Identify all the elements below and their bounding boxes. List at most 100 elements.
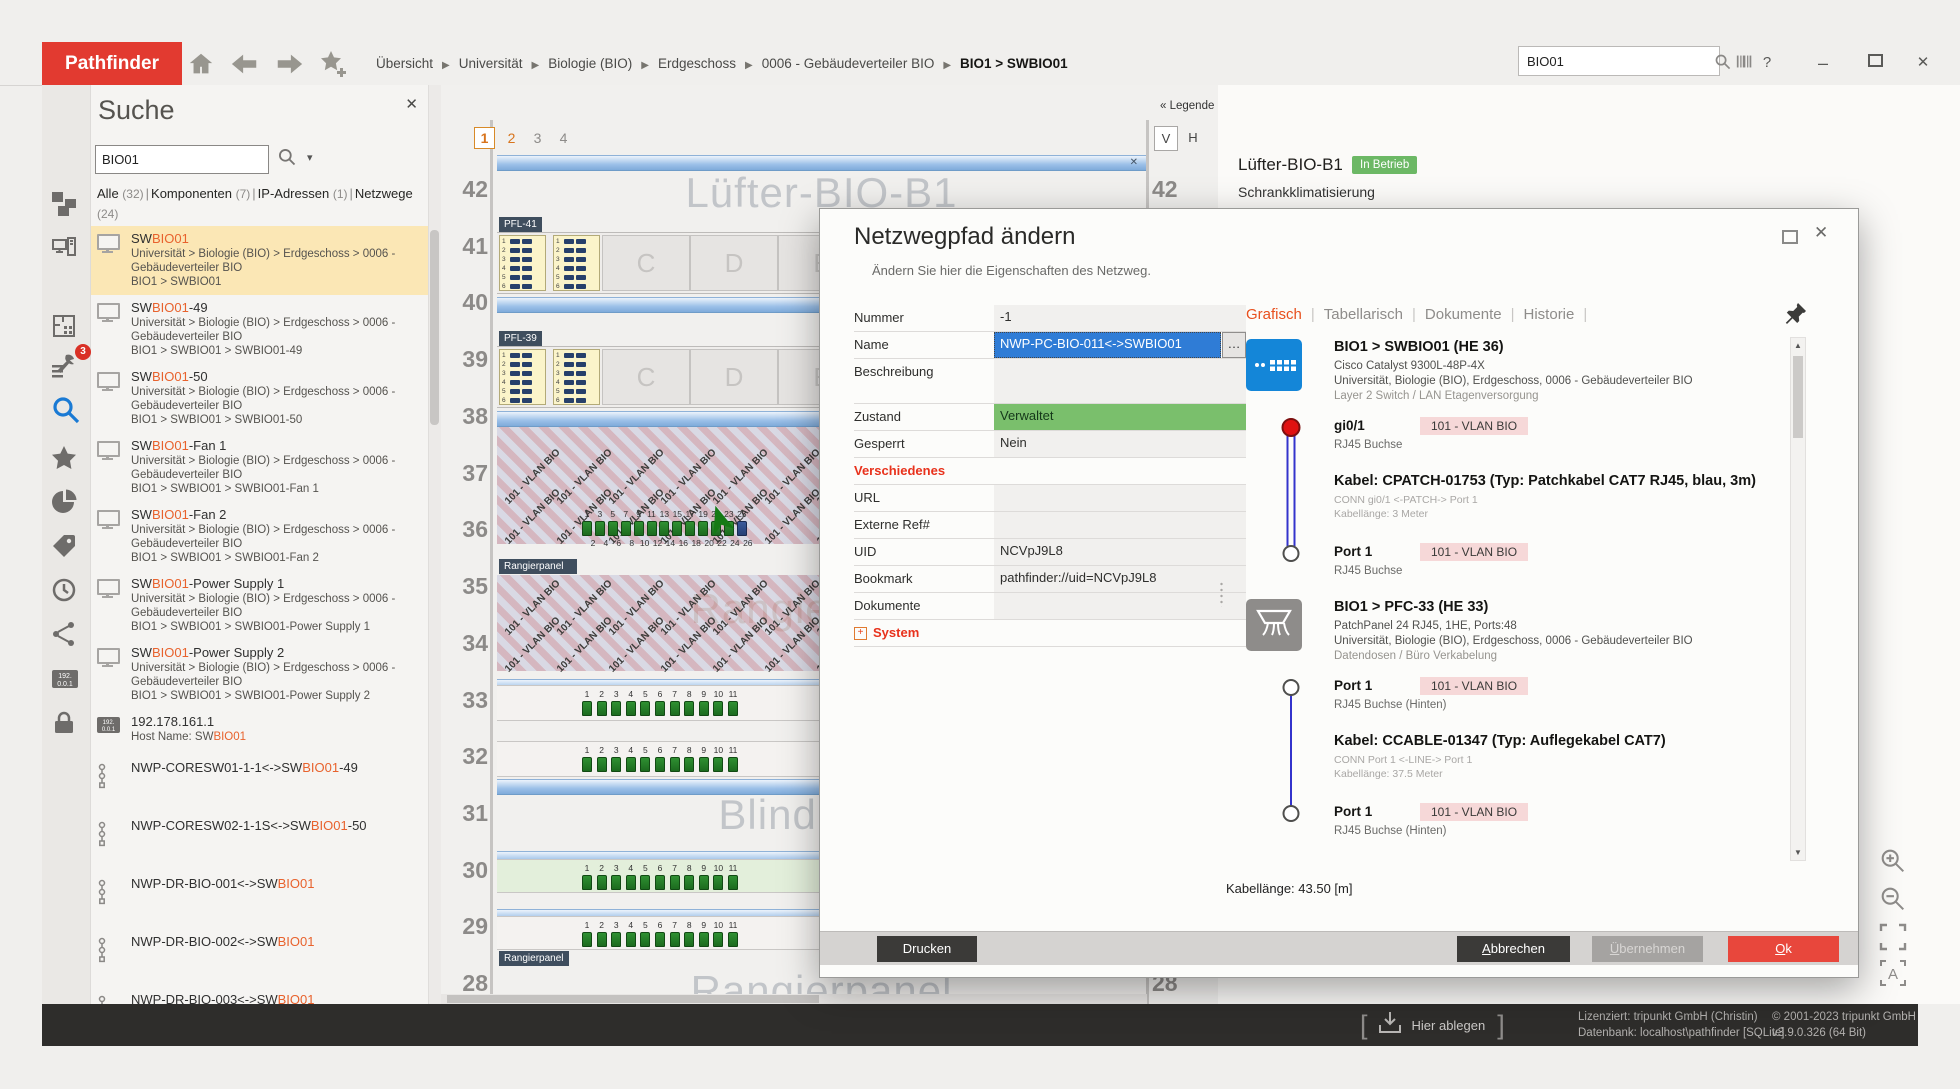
port-icon[interactable] bbox=[597, 757, 607, 772]
zoom-out-icon[interactable] bbox=[1878, 884, 1908, 914]
search-nav-icon[interactable] bbox=[51, 395, 81, 425]
form-value-zustand[interactable]: Verwaltet bbox=[994, 404, 1246, 430]
port-icon[interactable] bbox=[626, 701, 636, 716]
scroll-down-icon[interactable]: ▼ bbox=[1791, 848, 1805, 857]
port-icon[interactable] bbox=[634, 521, 644, 536]
port-icon[interactable] bbox=[699, 875, 709, 890]
breadcrumb-item[interactable]: BIO1 > SWBIO01 bbox=[960, 56, 1068, 71]
port-icon[interactable] bbox=[713, 701, 723, 716]
port-icon[interactable] bbox=[582, 875, 592, 890]
port-icon[interactable] bbox=[611, 875, 621, 890]
lock-icon[interactable] bbox=[51, 710, 81, 740]
label-tool-icon[interactable]: A bbox=[1878, 958, 1908, 988]
dialog-maximize-icon[interactable] bbox=[1782, 230, 1798, 244]
scroll-up-icon[interactable]: ▲ bbox=[1791, 341, 1805, 350]
port-icon[interactable] bbox=[626, 875, 636, 890]
port-icon[interactable] bbox=[582, 701, 592, 716]
search-result-item[interactable]: NWP-CORESW01-1-1<->SWBIO01-49 bbox=[91, 750, 428, 808]
ip-address-icon[interactable]: 192.0.0.1 bbox=[51, 666, 81, 696]
form-value-beschreibung[interactable] bbox=[994, 359, 1246, 403]
topology-icon[interactable] bbox=[51, 191, 81, 221]
form-value-dokumente[interactable] bbox=[994, 593, 1246, 619]
search-result-item[interactable]: SWBIO01-Fan 2Universität > Biologie (BIO… bbox=[91, 502, 428, 571]
port-icon[interactable] bbox=[655, 701, 665, 716]
help-button[interactable]: ? bbox=[1750, 48, 1784, 78]
form-value-url[interactable] bbox=[994, 485, 1246, 511]
port-icon[interactable] bbox=[582, 757, 592, 772]
path-cable[interactable]: Kabel: CPATCH-01753 (Typ: Patchkabel CAT… bbox=[1246, 471, 1786, 541]
search-result-item[interactable]: NWP-DR-BIO-001<->SWBIO01 bbox=[91, 866, 428, 924]
search-result-item[interactable]: SWBIO01-Fan 1Universität > Biologie (BIO… bbox=[91, 433, 428, 502]
port-icon[interactable] bbox=[672, 521, 682, 536]
port-icon[interactable] bbox=[728, 932, 738, 947]
orientation-v-button[interactable]: V bbox=[1154, 126, 1178, 151]
form-value-nummer[interactable]: -1 bbox=[994, 305, 1246, 331]
search-result-item[interactable]: SWBIO01-49Universität > Biologie (BIO) >… bbox=[91, 295, 428, 364]
port-icon[interactable] bbox=[713, 875, 723, 890]
port-icon[interactable] bbox=[684, 701, 694, 716]
port-icon[interactable] bbox=[608, 521, 618, 536]
port-icon[interactable] bbox=[626, 757, 636, 772]
splitter-handle[interactable] bbox=[1220, 581, 1223, 607]
port-icon[interactable] bbox=[595, 521, 605, 536]
rack-page-tab-1[interactable]: 1 bbox=[474, 127, 495, 149]
global-search-input[interactable] bbox=[1519, 54, 1711, 69]
port-icon[interactable] bbox=[582, 521, 592, 536]
orientation-h-button[interactable]: H bbox=[1182, 126, 1204, 149]
tab-historie[interactable]: Historie bbox=[1524, 306, 1575, 323]
path-cable[interactable]: Kabel: CCABLE-01347 (Typ: Auflegekabel C… bbox=[1246, 731, 1786, 801]
close-button[interactable]: ✕ bbox=[1906, 48, 1940, 78]
form-value-name[interactable]: NWP-PC-BIO-011<->SWBIO01 bbox=[994, 332, 1221, 358]
panel-close-icon[interactable]: ✕ bbox=[405, 95, 418, 113]
port-icon[interactable] bbox=[621, 521, 631, 536]
dialog-scrollbar-thumb[interactable] bbox=[1793, 356, 1803, 438]
search-icon[interactable] bbox=[1711, 51, 1733, 71]
port-icon[interactable] bbox=[728, 757, 738, 772]
sidebar-scrollbar-thumb[interactable] bbox=[430, 230, 439, 425]
sidebar-search-icon[interactable] bbox=[277, 147, 299, 169]
floorplan-icon[interactable] bbox=[51, 313, 81, 343]
port-icon[interactable] bbox=[659, 521, 669, 536]
sidebar-scrollbar[interactable] bbox=[428, 85, 442, 1004]
port-icon[interactable] bbox=[699, 757, 709, 772]
port-icon[interactable] bbox=[655, 875, 665, 890]
search-options-caret-icon[interactable]: ▾ bbox=[307, 147, 313, 169]
tasks-icon[interactable]: 3 bbox=[51, 351, 81, 381]
pie-chart-icon[interactable] bbox=[51, 489, 81, 519]
breadcrumb-item[interactable]: Übersicht bbox=[376, 56, 433, 71]
drop-zone[interactable]: [ Hier ablegen ] bbox=[1360, 1004, 1505, 1046]
port-icon[interactable] bbox=[737, 521, 747, 536]
dialog-scrollbar[interactable]: ▲ ▼ bbox=[1790, 337, 1806, 861]
forward-arrow-icon[interactable] bbox=[272, 48, 306, 80]
cancel-button[interactable]: Abbrechen bbox=[1457, 936, 1570, 962]
search-result-item[interactable]: SWBIO01-50Universität > Biologie (BIO) >… bbox=[91, 364, 428, 433]
workstation-icon[interactable] bbox=[51, 235, 81, 265]
share-nodes-icon[interactable] bbox=[51, 621, 81, 651]
form-value-externe-ref-[interactable] bbox=[994, 512, 1246, 538]
breadcrumb-item[interactable]: Erdgeschoss bbox=[658, 56, 736, 71]
sidebar-search-input[interactable] bbox=[96, 146, 268, 173]
port-icon[interactable] bbox=[655, 932, 665, 947]
port-icon[interactable] bbox=[640, 932, 650, 947]
path-port[interactable]: Port 1101 - VLAN BIORJ45 Buchse bbox=[1246, 541, 1786, 597]
search-result-item[interactable]: NWP-DR-BIO-003<->SWBIO01 bbox=[91, 982, 428, 1004]
port-icon[interactable] bbox=[582, 932, 592, 947]
port-icon[interactable] bbox=[713, 932, 723, 947]
path-port[interactable]: gi0/1101 - VLAN BIORJ45 Buchse bbox=[1246, 415, 1786, 471]
port-icon[interactable] bbox=[611, 757, 621, 772]
tag-icon[interactable] bbox=[51, 533, 81, 563]
apply-button[interactable]: Übernehmen bbox=[1592, 936, 1703, 962]
tab-dokumente[interactable]: Dokumente bbox=[1425, 306, 1502, 323]
port-icon[interactable] bbox=[670, 757, 680, 772]
port-icon[interactable] bbox=[728, 701, 738, 716]
breadcrumb-item[interactable]: Biologie (BIO) bbox=[548, 56, 632, 71]
rack-page-tab-3[interactable]: 3 bbox=[528, 128, 547, 148]
port-icon[interactable] bbox=[684, 875, 694, 890]
port-icon[interactable] bbox=[699, 932, 709, 947]
canvas-hscrollbar-thumb[interactable] bbox=[447, 995, 819, 1003]
port-icon[interactable] bbox=[626, 932, 636, 947]
port-marker-open[interactable] bbox=[1283, 805, 1300, 822]
port-icon[interactable] bbox=[728, 875, 738, 890]
favorites-icon[interactable] bbox=[51, 445, 81, 475]
form-value-gesperrt[interactable]: Nein bbox=[994, 431, 1246, 457]
